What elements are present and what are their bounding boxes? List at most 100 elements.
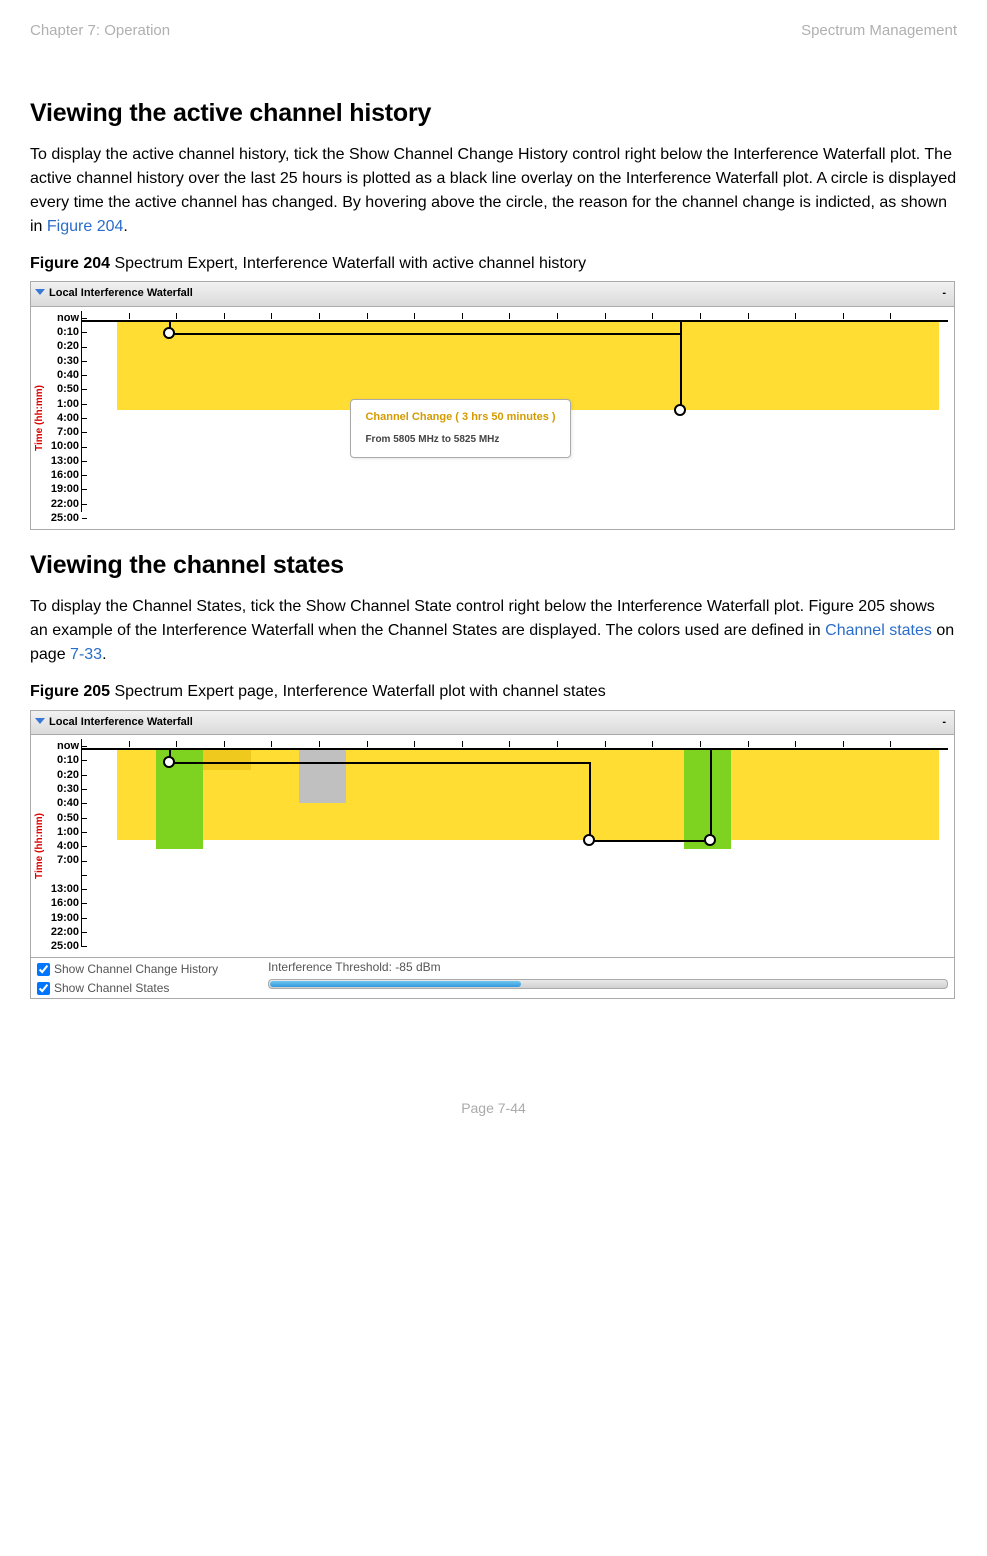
threshold-slider[interactable] (268, 979, 948, 989)
x-ticks (82, 741, 938, 747)
y-tick: 0:10 (47, 325, 81, 339)
waterfall-body-1: Time (hh:mm) now 0:10 0:20 0:30 0:40 0:5… (31, 307, 954, 529)
history-line (169, 333, 680, 335)
y-tick: 10:00 (47, 439, 81, 453)
section1-para-end: . (123, 218, 127, 235)
y-tick: 0:50 (47, 382, 81, 396)
figure204-caption: Figure 204 Spectrum Expert, Interference… (30, 253, 957, 275)
show-states-checkbox[interactable]: Show Channel States (37, 980, 218, 997)
interference-region-alt (203, 748, 251, 770)
channel-change-marker[interactable] (583, 834, 595, 846)
y-tick: 0:10 (47, 753, 81, 767)
checkbox-column: Show Channel Change History Show Channel… (37, 961, 218, 997)
show-history-label: Show Channel Change History (54, 961, 218, 978)
minimize-icon[interactable]: - (942, 286, 946, 301)
dropdown-icon[interactable] (35, 289, 45, 295)
y-tick: 0:40 (47, 796, 81, 810)
figure204-link[interactable]: Figure 204 (47, 218, 124, 235)
figure204-label: Figure 204 (30, 255, 110, 272)
channel-states-link[interactable]: Channel states (825, 622, 932, 639)
history-line (589, 840, 710, 842)
waterfall-title-wrap: Local Interference Waterfall (35, 715, 193, 730)
y-tick: 22:00 (47, 925, 81, 939)
y-tick: now (47, 739, 81, 753)
waterfall-title: Local Interference Waterfall (49, 287, 193, 299)
history-line (680, 320, 682, 410)
y-tick: 0:20 (47, 768, 81, 782)
waterfall-title: Local Interference Waterfall (49, 716, 193, 728)
page-ref-link[interactable]: 7-33 (70, 646, 102, 663)
y-tick: 13:00 (47, 454, 81, 468)
y-tick: 16:00 (47, 896, 81, 910)
y-tick: 0:30 (47, 354, 81, 368)
channel-state-gray (299, 748, 347, 803)
show-history-checkbox[interactable]: Show Channel Change History (37, 961, 218, 978)
minimize-icon[interactable]: - (942, 715, 946, 730)
waterfall-title-wrap: Local Interference Waterfall (35, 286, 193, 301)
y-tick (47, 868, 81, 882)
x-ticks (82, 313, 938, 319)
section1-heading: Viewing the active channel history (30, 96, 957, 131)
waterfall-body-2: Time (hh:mm) now 0:10 0:20 0:30 0:40 0:5… (31, 735, 954, 957)
y-tick: 16:00 (47, 468, 81, 482)
waterfall-controls: Show Channel Change History Show Channel… (31, 957, 954, 998)
waterfall-titlebar: Local Interference Waterfall - (31, 282, 954, 306)
section1-para-text: To display the active channel history, t… (30, 146, 956, 235)
y-tick: 25:00 (47, 939, 81, 953)
history-line (82, 748, 948, 750)
y-tick: 4:00 (47, 411, 81, 425)
y-tick: 25:00 (47, 511, 81, 525)
history-line (710, 748, 712, 840)
y-tick: 7:00 (47, 425, 81, 439)
show-states-label: Show Channel States (54, 980, 169, 997)
y-tick: 7:00 (47, 853, 81, 867)
figure205-caption: Figure 205 Spectrum Expert page, Interfe… (30, 681, 957, 703)
channel-change-marker[interactable] (704, 834, 716, 846)
threshold-label: Interference Threshold: -85 dBm (268, 959, 948, 976)
tooltip-body: From 5805 MHz to 5825 MHz (365, 433, 555, 447)
figure205-label: Figure 205 (30, 683, 110, 700)
y-tick: 1:00 (47, 397, 81, 411)
y-ticks-col: now 0:10 0:20 0:30 0:40 0:50 1:00 4:00 7… (47, 311, 81, 525)
section2-heading: Viewing the channel states (30, 548, 957, 583)
header-left: Chapter 7: Operation (30, 20, 170, 41)
waterfall-plot-2 (81, 739, 948, 947)
y-tick: 1:00 (47, 825, 81, 839)
figure204-caption-text: Spectrum Expert, Interference Waterfall … (110, 255, 586, 272)
y-tick: 19:00 (47, 911, 81, 925)
show-history-input[interactable] (37, 963, 50, 976)
threshold-slider-wrap: Interference Threshold: -85 dBm (268, 959, 948, 989)
page-number: Page 7-44 (30, 1099, 957, 1119)
header-right: Spectrum Management (801, 20, 957, 41)
y-tick: 0:20 (47, 339, 81, 353)
page-header: Chapter 7: Operation Spectrum Management (30, 20, 957, 41)
history-line (589, 762, 591, 840)
y-tick: 0:30 (47, 782, 81, 796)
y-tick: 0:40 (47, 368, 81, 382)
y-tick: 4:00 (47, 839, 81, 853)
history-line (82, 320, 948, 322)
y-tick: 0:50 (47, 811, 81, 825)
section2-para: To display the Channel States, tick the … (30, 595, 957, 667)
y-ticks-col: now 0:10 0:20 0:30 0:40 0:50 1:00 4:00 7… (47, 739, 81, 953)
y-tick: now (47, 311, 81, 325)
channel-change-marker[interactable] (163, 327, 175, 339)
history-line (169, 762, 589, 764)
y-axis-label: Time (hh:mm) (33, 383, 47, 453)
waterfall-plot-1: Channel Change ( 3 hrs 50 minutes ) From… (81, 311, 948, 512)
tooltip-title: Channel Change ( 3 hrs 50 minutes ) (365, 410, 555, 425)
section2-para-text: To display the Channel States, tick the … (30, 598, 935, 639)
channel-change-tooltip: Channel Change ( 3 hrs 50 minutes ) From… (350, 399, 570, 458)
show-states-input[interactable] (37, 982, 50, 995)
figure204-frame: Local Interference Waterfall - Time (hh:… (30, 281, 955, 530)
section2-para-end: . (102, 646, 106, 663)
section1-para: To display the active channel history, t… (30, 143, 957, 239)
y-axis-label: Time (hh:mm) (33, 811, 47, 881)
y-tick: 19:00 (47, 482, 81, 496)
dropdown-icon[interactable] (35, 718, 45, 724)
channel-change-marker[interactable] (674, 404, 686, 416)
waterfall-titlebar: Local Interference Waterfall - (31, 711, 954, 735)
figure205-caption-text: Spectrum Expert page, Interference Water… (110, 683, 606, 700)
figure205-frame: Local Interference Waterfall - Time (hh:… (30, 710, 955, 999)
channel-change-marker[interactable] (163, 756, 175, 768)
